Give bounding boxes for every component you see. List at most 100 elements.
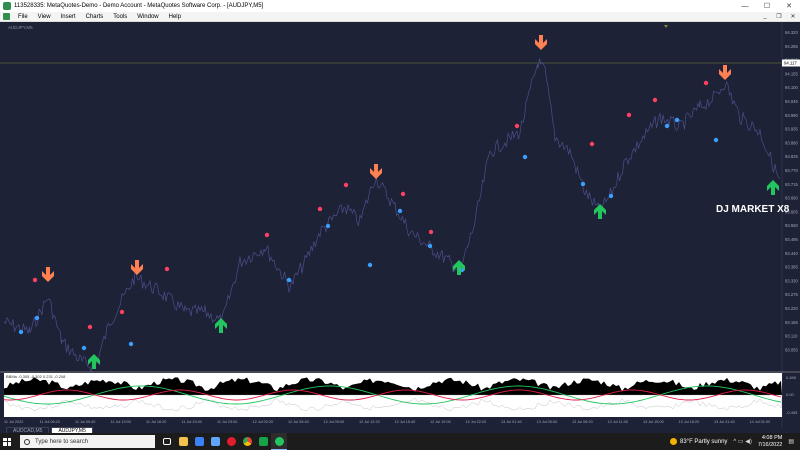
metatrader-taskbar-icon[interactable] xyxy=(271,433,287,450)
sell-signal-dot xyxy=(343,182,349,188)
close-button[interactable]: ✕ xyxy=(778,0,800,12)
price-tick-label: 93.935 xyxy=(785,127,798,132)
store-icon[interactable] xyxy=(191,433,207,450)
taskbar-search-box[interactable]: Type here to search xyxy=(20,435,155,448)
menu-window[interactable]: Window xyxy=(132,14,163,20)
time-tick-label: 11 Jul 23:00 xyxy=(217,420,237,424)
clock-date: 7/16/2022 xyxy=(757,441,783,448)
menu-charts[interactable]: Charts xyxy=(81,14,109,20)
price-tick-label: 93.165 xyxy=(785,320,798,325)
maximize-button[interactable]: ☐ xyxy=(756,0,778,12)
time-tick-label: 12 Jul 05:40 xyxy=(288,420,309,424)
windows-logo-icon xyxy=(3,437,11,446)
buy-signal-dot xyxy=(522,154,528,160)
clock-time: 4:08 PM xyxy=(761,434,783,441)
price-tick-label: 93.990 xyxy=(785,113,798,118)
file-explorer-icon[interactable] xyxy=(175,433,191,450)
menu-bar: File View Insert Charts Tools Window Hel… xyxy=(0,12,800,22)
buy-signal-dot xyxy=(81,345,87,351)
sell-arrow-icon xyxy=(370,164,382,179)
buy-signal-dot xyxy=(128,341,134,347)
menu-view[interactable]: View xyxy=(33,14,56,20)
search-placeholder: Type here to search xyxy=(35,438,89,445)
sell-signal-dot xyxy=(428,229,434,235)
mail-icon[interactable] xyxy=(207,433,223,450)
menu-file[interactable]: File xyxy=(13,14,33,20)
window-controls: — ☐ ✕ xyxy=(734,0,800,12)
menu-help[interactable]: Help xyxy=(164,14,186,20)
green-app-icon[interactable] xyxy=(255,433,271,450)
price-tick-label: 93.110 xyxy=(785,334,798,339)
chart-window-icon[interactable] xyxy=(3,13,10,20)
sell-signal-dot xyxy=(652,97,658,103)
pinned-apps xyxy=(159,433,287,450)
buy-signal-dot xyxy=(18,329,24,335)
sell-signal-dot xyxy=(264,232,270,238)
clock[interactable]: 4:08 PM 7/16/2022 xyxy=(758,435,782,449)
chrome-icon[interactable] xyxy=(239,433,255,450)
chart-window-controls: _ ❐ ✕ xyxy=(758,13,800,20)
start-button[interactable] xyxy=(0,433,14,450)
buy-signal-dot xyxy=(397,208,403,214)
chart-window[interactable]: AUDJPY,M5 94.32094.26594.21094.15594.100… xyxy=(0,22,800,427)
sell-arrow-icon xyxy=(719,65,731,80)
sell-signal-dot xyxy=(514,123,520,129)
opera-icon[interactable] xyxy=(223,433,239,450)
time-tick-label: 13 Jul 05:00 xyxy=(537,420,558,424)
price-tick-label: 93.385 xyxy=(785,265,798,270)
price-tick-label: 93.275 xyxy=(785,292,798,297)
time-tick-label: 11 Jul 06:20 xyxy=(40,420,60,424)
time-tick-label: 12 Jul 12:20 xyxy=(359,420,380,424)
time-axis[interactable]: 11 Jul 2022 11 Jul 06:20 11 Jul 09:40 11 Ju… xyxy=(4,420,770,424)
metatrader-app-icon xyxy=(3,2,11,10)
price-tick-label: 93.825 xyxy=(785,154,798,159)
sell-signal-dot xyxy=(626,112,632,118)
price-axis[interactable]: 94.32094.26594.21094.15594.10094.04593.9… xyxy=(785,30,798,352)
buy-signal-dot xyxy=(286,277,292,283)
price-tick-label: 94.155 xyxy=(785,71,798,76)
buy-signal-dot xyxy=(580,181,586,187)
time-tick-label: 11 Jul 13:00 xyxy=(111,420,131,424)
sell-signal-dot xyxy=(119,309,125,315)
time-tick-label: 13 Jul 11:40 xyxy=(608,420,628,424)
buy-signal-dot xyxy=(367,262,373,268)
buy-arrow-icon xyxy=(594,204,606,219)
buy-arrow-icon xyxy=(453,260,465,275)
time-tick-label: 12 Jul 22:20 xyxy=(466,420,487,424)
price-tick-label: 93.715 xyxy=(785,182,798,187)
task-view-icon[interactable] xyxy=(159,433,175,450)
price-tick-label: 93.440 xyxy=(785,251,798,256)
notification-icon[interactable]: ▤ xyxy=(788,438,794,445)
price-chart[interactable]: AUDJPY,M5 94.32094.26594.21094.15594.100… xyxy=(0,22,800,427)
minimize-button[interactable]: — xyxy=(734,0,756,12)
search-icon xyxy=(24,438,30,445)
tray-icons[interactable]: ^ ▭ ◀) xyxy=(733,438,751,445)
buy-signal-dot xyxy=(713,137,719,143)
menu-tools[interactable]: Tools xyxy=(108,14,132,20)
indicator-panel[interactable]: BBMa -0.305 -0.302 0.231 -0.208 0.455 0.… xyxy=(3,373,798,417)
price-tick-label: 93.055 xyxy=(785,347,798,352)
chart-close-button[interactable]: ✕ xyxy=(786,13,800,20)
price-line xyxy=(3,58,780,372)
time-tick-label: 12 Jul 19:00 xyxy=(430,420,451,424)
buy-signal-dot xyxy=(664,123,670,129)
title-bar: 113528335: MetaQuotes-Demo - Demo Accoun… xyxy=(0,0,800,12)
time-tick-label: 11 Jul 2022 xyxy=(4,420,23,424)
window-title: 113528335: MetaQuotes-Demo - Demo Accoun… xyxy=(14,3,264,9)
price-tick-label: 94.320 xyxy=(785,30,798,35)
indicator-scale-bottom: -0.455 xyxy=(786,410,798,415)
time-tick-label: 12 Jul 15:40 xyxy=(395,420,416,424)
menu-insert[interactable]: Insert xyxy=(56,14,81,20)
buy-arrow-icon xyxy=(767,180,779,195)
sell-arrow-icon xyxy=(131,260,143,275)
chart-minimize-button[interactable]: _ xyxy=(758,13,772,20)
buy-signal-dot xyxy=(427,243,433,249)
system-tray: 83°F Partly sunny ^ ▭ ◀) 4:08 PM 7/16/20… xyxy=(670,435,800,449)
price-tick-label: 93.880 xyxy=(785,140,798,145)
chart-restore-button[interactable]: ❐ xyxy=(772,13,786,20)
weather-text: 83°F Partly sunny xyxy=(680,438,728,445)
weather-widget[interactable]: 83°F Partly sunny xyxy=(670,438,727,445)
buy-signal-dot xyxy=(608,193,614,199)
indicator-label: BBMa -0.305 -0.302 0.231 -0.208 xyxy=(6,374,66,379)
indicator-scale-mid: 0.00 xyxy=(786,392,795,397)
